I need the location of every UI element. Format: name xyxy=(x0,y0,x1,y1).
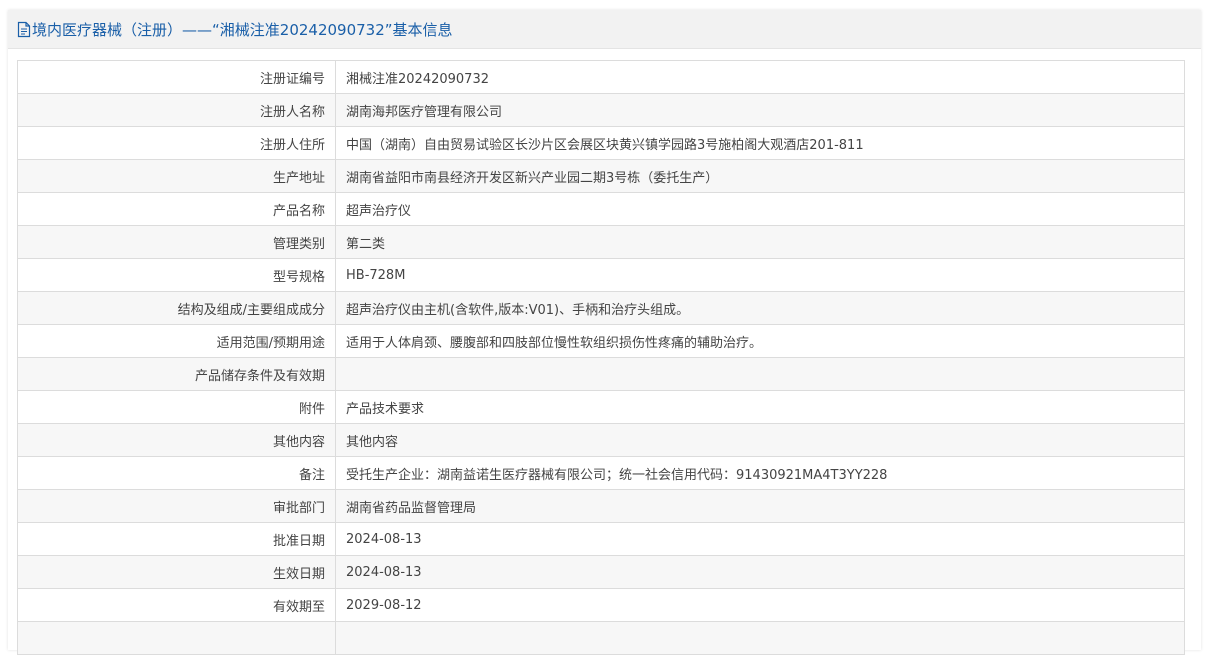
field-value: 湖南省益阳市南县经济开发区新兴产业园二期3号栋（委托生产） xyxy=(335,159,1185,193)
info-table: 注册证编号 湘械注准20242090732 注册人名称 湖南海邦医疗管理有限公司 注册人… xyxy=(17,60,1185,655)
table-row: 审批部门 湖南省药品监督管理局 xyxy=(17,489,1185,523)
field-value xyxy=(335,357,1185,391)
table-row: 生效日期 2024-08-13 xyxy=(17,555,1185,589)
table-row: 备注 受托生产企业：湖南益诺生医疗器械有限公司；统一社会信用代码：91430921… xyxy=(17,456,1185,490)
field-label xyxy=(17,621,336,655)
document-icon xyxy=(17,21,31,38)
panel-header: 境内医疗器械（注册）——“湘械注准20242090732”基本信息 xyxy=(8,10,1201,49)
field-value: 2029-08-12 xyxy=(335,588,1185,622)
table-row: 产品储存条件及有效期 xyxy=(17,357,1185,391)
field-label: 注册人名称 xyxy=(17,93,336,127)
field-value: 2024-08-13 xyxy=(335,522,1185,556)
field-label: 型号规格 xyxy=(17,258,336,292)
field-label: 备注 xyxy=(17,456,336,490)
field-value: 超声治疗仪 xyxy=(335,192,1185,226)
field-label: 结构及组成/主要组成成分 xyxy=(17,291,336,325)
field-label: 其他内容 xyxy=(17,423,336,457)
table-row: 型号规格 HB-728M xyxy=(17,258,1185,292)
field-value: 其他内容 xyxy=(335,423,1185,457)
table-row: 适用范围/预期用途 适用于人体肩颈、腰腹部和四肢部位慢性软组织损伤性疼痛的辅助治疗… xyxy=(17,324,1185,358)
field-value: HB-728M xyxy=(335,258,1185,292)
table-row: 注册证编号 湘械注准20242090732 xyxy=(17,60,1185,94)
table-row: 附件 产品技术要求 xyxy=(17,390,1185,424)
field-label: 生产地址 xyxy=(17,159,336,193)
table-row: 管理类别 第二类 xyxy=(17,225,1185,259)
field-label: 有效期至 xyxy=(17,588,336,622)
table-row: 注册人名称 湖南海邦医疗管理有限公司 xyxy=(17,93,1185,127)
field-value xyxy=(335,621,1185,655)
field-value: 湖南省药品监督管理局 xyxy=(335,489,1185,523)
field-label: 注册人住所 xyxy=(17,126,336,160)
field-value: 产品技术要求 xyxy=(335,390,1185,424)
table-row: 有效期至 2029-08-12 xyxy=(17,588,1185,622)
field-value: 湘械注准20242090732 xyxy=(335,60,1185,94)
detail-panel: 境内医疗器械（注册）——“湘械注准20242090732”基本信息 注册证编号湘… xyxy=(8,10,1201,655)
field-value: 2024-08-13 xyxy=(335,555,1185,589)
field-label: 批准日期 xyxy=(17,522,336,556)
table-row: 批准日期 2024-08-13 xyxy=(17,522,1185,556)
page-title: 境内医疗器械（注册）——“湘械注准20242090732”基本信息 xyxy=(32,20,453,39)
table-row xyxy=(17,621,1185,655)
table-row: 生产地址 湖南省益阳市南县经济开发区新兴产业园二期3号栋（委托生产） xyxy=(17,159,1185,193)
field-label: 生效日期 xyxy=(17,555,336,589)
table-row: 结构及组成/主要组成成分 超声治疗仪由主机(含软件,版本:V01)、手柄和治疗头组… xyxy=(17,291,1185,325)
field-value: 第二类 xyxy=(335,225,1185,259)
field-label: 产品名称 xyxy=(17,192,336,226)
field-label: 产品储存条件及有效期 xyxy=(17,357,336,391)
info-table-wrapper: 注册证编号 湘械注准20242090732 注册人名称 湖南海邦医疗管理有限公司 注册人… xyxy=(17,60,1185,655)
field-value: 超声治疗仪由主机(含软件,版本:V01)、手柄和治疗头组成。 xyxy=(335,291,1185,325)
field-label: 注册证编号 xyxy=(17,60,336,94)
field-value: 适用于人体肩颈、腰腹部和四肢部位慢性软组织损伤性疼痛的辅助治疗。 xyxy=(335,324,1185,358)
field-label: 适用范围/预期用途 xyxy=(17,324,336,358)
table-row: 注册人住所 中国（湖南）自由贸易试验区长沙片区会展区块黄兴镇学园路3号施柏阁大观酒… xyxy=(17,126,1185,160)
field-label: 审批部门 xyxy=(17,489,336,523)
field-value: 中国（湖南）自由贸易试验区长沙片区会展区块黄兴镇学园路3号施柏阁大观酒店201-… xyxy=(335,126,1185,160)
table-row: 产品名称 超声治疗仪 xyxy=(17,192,1185,226)
field-label: 管理类别 xyxy=(17,225,336,259)
field-label: 附件 xyxy=(17,390,336,424)
table-row: 其他内容 其他内容 xyxy=(17,423,1185,457)
field-value: 受托生产企业：湖南益诺生医疗器械有限公司；统一社会信用代码：91430921MA… xyxy=(335,456,1185,490)
field-value: 湖南海邦医疗管理有限公司 xyxy=(335,93,1185,127)
